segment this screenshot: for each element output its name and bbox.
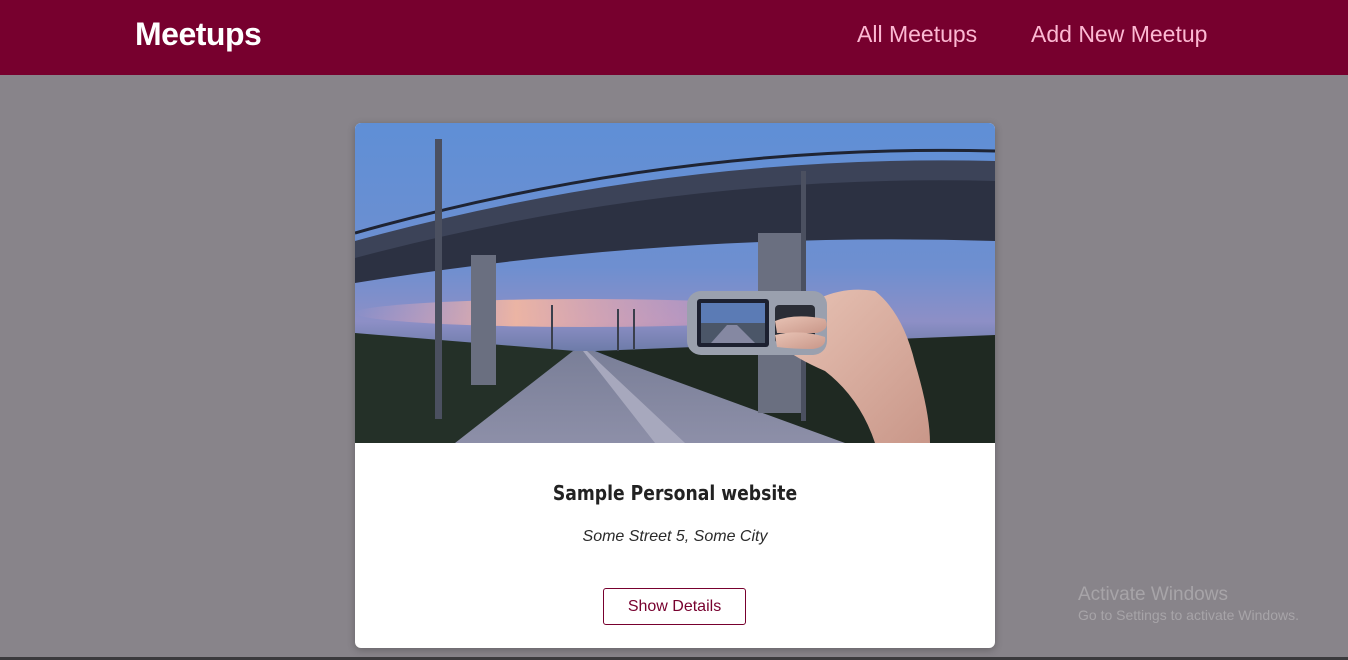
meetup-image bbox=[355, 123, 995, 443]
meetup-address: Some Street 5, Some City bbox=[582, 528, 768, 545]
meetup-card: Sample Personal website Some Street 5, S… bbox=[355, 123, 995, 648]
activate-windows-title: Activate Windows bbox=[1078, 584, 1228, 605]
meetup-title: Sample Personal website bbox=[552, 481, 798, 505]
app-logo[interactable]: Meetups bbox=[135, 16, 262, 53]
top-navigation-bar: Meetups All Meetups Add New Meetup bbox=[0, 0, 1348, 75]
show-details-button[interactable]: Show Details bbox=[603, 588, 746, 625]
nav-link-add-new-meetup[interactable]: Add New Meetup bbox=[1031, 21, 1207, 48]
nav-link-all-meetups[interactable]: All Meetups bbox=[857, 21, 977, 48]
activate-windows-subtitle: Go to Settings to activate Windows. bbox=[1078, 607, 1299, 623]
